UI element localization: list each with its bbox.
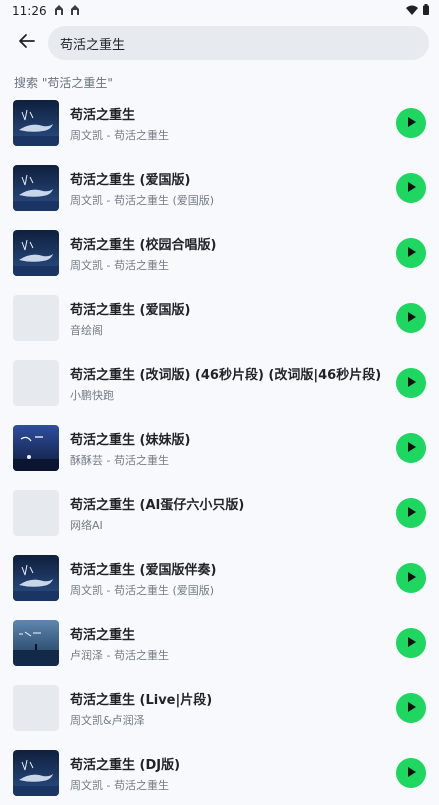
result-row[interactable]: 苟活之重生周文凯 - 苟活之重生 (0, 90, 439, 155)
result-title: 苟活之重生 (70, 628, 136, 643)
result-title: 苟活之重生 (妹妹版) (70, 433, 191, 448)
result-title: 苟活之重生 (爱国版) (70, 303, 191, 318)
result-subtitle: 周文凯 - 苟活之重生 (70, 129, 169, 142)
album-art (13, 490, 59, 536)
result-subtitle: 周文凯&卢润泽 (70, 714, 145, 727)
play-icon (404, 244, 418, 263)
result-title: 苟活之重生 (校园合唱版) (70, 238, 217, 253)
play-icon (404, 634, 418, 653)
play-button[interactable] (396, 433, 426, 463)
play-icon (404, 439, 418, 458)
search-input[interactable]: 苟活之重生 (48, 26, 429, 60)
result-title: 苟活之重生 (AI蛋仔六小只版) (70, 498, 245, 513)
result-row[interactable]: 苟活之重生 (校园合唱版) 周文凯 - 苟活之重生 (0, 220, 439, 285)
result-subtitle: 周文凯 - 苟活之重生 (70, 259, 169, 272)
play-button[interactable] (396, 368, 426, 398)
play-button[interactable] (396, 758, 426, 788)
album-art (13, 165, 59, 211)
result-row[interactable]: 苟活之重生 (DJ版) 周文凯 - 苟活之重生 (0, 740, 439, 805)
album-art (13, 360, 59, 406)
album-art (13, 685, 59, 731)
play-button[interactable] (396, 693, 426, 723)
result-title: 苟活之重生 (爱国版伴奏) (70, 563, 217, 578)
play-icon (404, 764, 418, 783)
play-icon (404, 114, 418, 133)
result-row[interactable]: 苟活之重生 (爱国版) 周文凯 - 苟活之重生 (爱国版) (0, 155, 439, 220)
play-icon (404, 699, 418, 718)
back-button[interactable] (14, 30, 40, 56)
results-list: 苟活之重生 周文凯 - 苟活之重生 苟活之重生 (爱国版) 周文凯 - 苟活之重生 (… (0, 90, 439, 805)
status-time: 11:26 (12, 4, 47, 18)
play-button[interactable] (396, 173, 426, 203)
result-subtitle: 小鹏快跑 (70, 389, 114, 402)
play-button[interactable] (396, 628, 426, 658)
result-title: 苟活之重生 (Live|片段) (70, 693, 213, 708)
album-art (13, 425, 59, 471)
result-title: 苟活之重生 (爱国版) (70, 173, 191, 188)
album-art (13, 230, 59, 276)
result-subtitle: 酥酥芸 - 苟活之重生 (70, 454, 169, 467)
album-art (13, 295, 59, 341)
status-notifications (53, 4, 81, 19)
arrow-left-icon (18, 32, 36, 54)
result-title: 苟活之重生 (DJ版) (70, 758, 181, 773)
result-subtitle: 周文凯 - 苟活之重生 (爱国版) (70, 584, 215, 597)
play-icon (404, 569, 418, 588)
result-subtitle: 周文凯 - 苟活之重生 (爱国版) (70, 194, 215, 207)
battery-icon (423, 4, 429, 18)
play-icon (404, 504, 418, 523)
wifi-icon (406, 4, 418, 18)
result-subtitle: 周文凯 - 苟活之重生 (70, 779, 169, 792)
album-art (13, 750, 59, 796)
result-title: 苟活之重生 (改词版) (46秒片段) (改词版|46秒片段) (70, 368, 382, 383)
search-hint: 搜索 "苟活之重生" (14, 76, 113, 90)
result-row[interactable]: 苟活之重生卢润泽 - 苟活之重生 (0, 610, 439, 675)
play-icon (404, 374, 418, 393)
album-art (13, 555, 59, 601)
album-art (13, 620, 59, 666)
status-indicators (406, 4, 429, 18)
play-button[interactable] (396, 303, 426, 333)
result-row[interactable]: 苟活之重生 (Live|片段) 周文凯&卢润泽 (0, 675, 439, 740)
result-row[interactable]: 苟活之重生 (妹妹版) 酥酥芸 - 苟活之重生 (0, 415, 439, 480)
result-row[interactable]: 苟活之重生 (爱国版伴奏) 周文凯 - 苟活之重生 (爱国版) (0, 545, 439, 610)
play-button[interactable] (396, 108, 426, 138)
result-subtitle: 网络AI (70, 519, 103, 532)
result-row[interactable]: 苟活之重生 (改词版) (46秒片段) (改词版|46秒片段) 小鹏快跑 (0, 350, 439, 415)
album-art (13, 100, 59, 146)
play-button[interactable] (396, 238, 426, 268)
top-bar: 苟活之重生 (0, 22, 439, 64)
result-row[interactable]: 苟活之重生 (爱国版) 音绘阁 (0, 285, 439, 350)
result-title: 苟活之重生 (70, 108, 136, 123)
result-subtitle: 卢润泽 - 苟活之重生 (70, 649, 169, 662)
search-input-value: 苟活之重生 (60, 37, 126, 53)
notification-icon (69, 4, 81, 19)
play-button[interactable] (396, 563, 426, 593)
result-subtitle: 音绘阁 (70, 324, 103, 337)
result-row[interactable]: 苟活之重生 (AI蛋仔六小只版) 网络AI (0, 480, 439, 545)
play-button[interactable] (396, 498, 426, 528)
play-icon (404, 179, 418, 198)
play-icon (404, 309, 418, 328)
status-bar: 11:26 (0, 0, 439, 22)
notification-icon (53, 4, 65, 19)
